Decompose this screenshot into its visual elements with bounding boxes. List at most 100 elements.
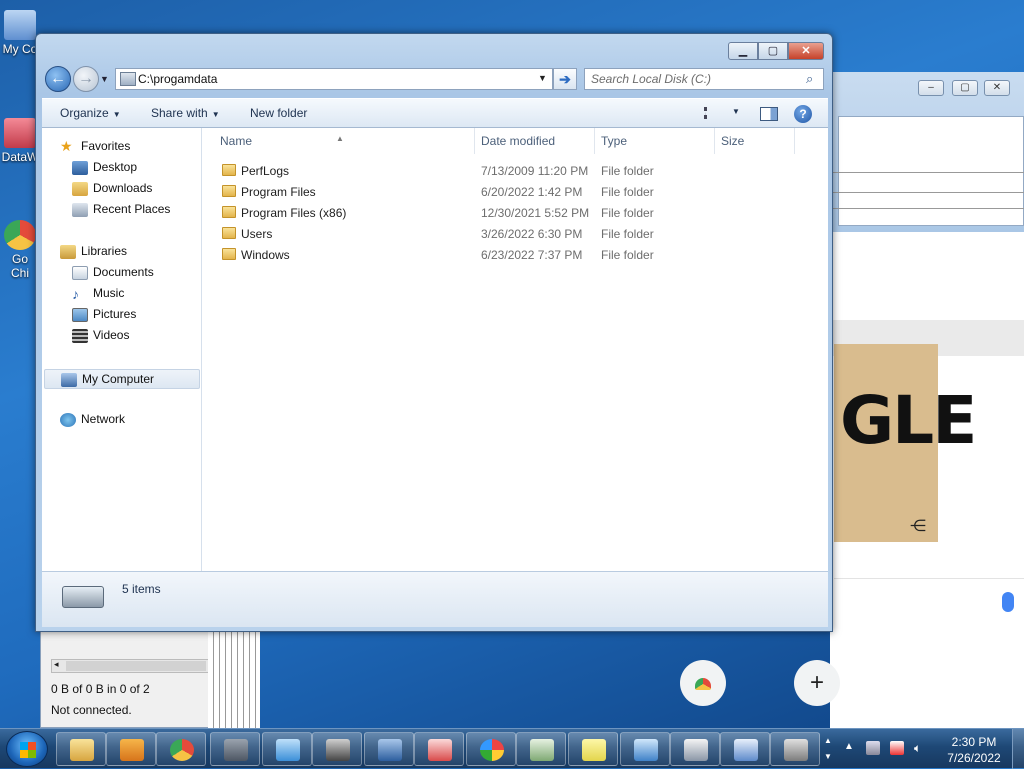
recent-pages-dropdown[interactable]: ▼ <box>100 74 109 84</box>
show-desktop-button[interactable] <box>1012 729 1024 769</box>
nav-downloads[interactable]: Downloads <box>72 181 152 201</box>
desktop-icon-google-chrome[interactable]: Go Chi <box>0 220 40 280</box>
file-row[interactable]: Program Files (x86) 12/30/2021 5:52 PM Fil… <box>202 202 822 223</box>
column-header-name[interactable]: Name ▲ <box>202 128 475 154</box>
nav-favorites[interactable]: ★ Favorites <box>60 139 130 159</box>
sticky-note-icon <box>582 739 606 761</box>
nav-label: Documents <box>93 265 154 279</box>
shortcut-chrome-web-store[interactable] <box>680 660 726 706</box>
address-bar[interactable]: ▼ <box>115 68 553 90</box>
music-icon: ♪ <box>72 285 79 302</box>
organize-button[interactable]: Organize ▼ <box>60 106 121 120</box>
google-doodle[interactable]: GLE ⋲ <box>834 344 977 542</box>
volume-icon[interactable]: 🔈︎ <box>914 741 928 755</box>
nav-label: Libraries <box>81 244 128 258</box>
libraries-icon <box>60 244 76 259</box>
taskbar-vpn[interactable] <box>210 732 260 766</box>
file-row[interactable]: Program Files 6/20/2022 1:42 PM File folde… <box>202 181 822 202</box>
desktop-icon-label: Chi <box>10 266 29 280</box>
nav-music[interactable]: ♪ Music <box>72 286 124 306</box>
divider <box>830 172 1024 173</box>
file-date: 12/30/2021 5:52 PM <box>481 206 590 220</box>
share-icon[interactable]: ⋲ <box>910 516 928 535</box>
taskbar-control-panel[interactable] <box>620 732 670 766</box>
change-view-icon[interactable] <box>704 107 720 119</box>
show-hidden-icons-icon[interactable]: ▲ <box>844 741 854 752</box>
taskbar-chrome[interactable] <box>156 732 206 766</box>
close-icon[interactable]: ✕ <box>984 80 1010 96</box>
taskbar-media-player[interactable] <box>106 732 156 766</box>
nav-recent-places[interactable]: Recent Places <box>72 202 170 222</box>
arrow-right-icon: ➔ <box>559 71 571 87</box>
nav-pictures[interactable]: Pictures <box>72 307 136 327</box>
nav-videos[interactable]: Videos <box>72 328 129 348</box>
minimize-icon: ▁ <box>738 45 748 57</box>
file-row[interactable]: PerfLogs 7/13/2009 11:20 PM File folder <box>202 160 822 181</box>
file-row[interactable]: Windows 6/23/2022 7:37 PM File folder <box>202 244 822 265</box>
taskbar-archive[interactable] <box>770 732 820 766</box>
close-button[interactable]: ✕ <box>788 42 824 60</box>
hard-drive-icon <box>62 586 104 608</box>
minimize-icon[interactable]: – <box>918 80 944 96</box>
taskbar-explorer[interactable] <box>56 732 106 766</box>
action-center-icon[interactable] <box>890 741 904 755</box>
taskbar-remote-desktop[interactable] <box>364 732 414 766</box>
nav-label: Music <box>93 286 125 300</box>
taskbar-document[interactable] <box>516 732 566 766</box>
nav-label: Recent Places <box>93 202 171 216</box>
taskbar-wordpad[interactable] <box>720 732 770 766</box>
preview-pane-icon[interactable] <box>760 107 778 121</box>
go-button[interactable]: ➔ <box>553 68 577 90</box>
forward-button[interactable]: → <box>73 66 99 92</box>
search-input[interactable] <box>591 71 791 87</box>
divider <box>830 192 1024 193</box>
remote-desktop-icon <box>378 739 402 761</box>
doodle-text: GLE <box>840 382 977 459</box>
address-input[interactable] <box>138 71 528 87</box>
taskbar-paper-plane[interactable] <box>262 732 312 766</box>
close-icon: ✕ <box>801 45 811 57</box>
command-bar: Organize ▼ Share with ▼ New folder ▼ ? <box>42 98 828 128</box>
desktop-icon-my-computer[interactable]: My Co <box>0 10 40 56</box>
explorer-window: ▁ ▢ ✕ ← → ▼ ▼ ➔ ⌕ Organize▼ Share with▼ … <box>35 33 833 632</box>
maximize-button[interactable]: ▢ <box>758 42 788 60</box>
scroll-left-icon[interactable]: ◂ <box>54 659 59 670</box>
search-icon[interactable]: ⌕ <box>806 71 813 87</box>
search-box[interactable]: ⌕ <box>584 68 824 90</box>
taskbar-task-manager[interactable] <box>670 732 720 766</box>
google-search-box[interactable] <box>834 578 1024 624</box>
add-shortcut-button[interactable]: + <box>794 660 840 706</box>
nav-my-computer[interactable]: My Computer <box>44 369 200 389</box>
column-header-date[interactable]: Date modified <box>475 128 595 154</box>
nav-documents[interactable]: Documents <box>72 265 154 285</box>
minimize-button[interactable]: ▁ <box>728 42 758 60</box>
new-folder-button[interactable]: New folder <box>250 106 307 120</box>
taskbar-microphone[interactable] <box>312 732 362 766</box>
back-button[interactable]: ← <box>45 66 71 92</box>
file-row[interactable]: Users 3/26/2022 6:30 PM File folder <box>202 223 822 244</box>
column-header-size[interactable]: Size <box>715 128 795 154</box>
nav-libraries[interactable]: Libraries <box>60 244 127 264</box>
address-history-icon[interactable]: ▼ <box>538 73 547 83</box>
shortcut-icon <box>4 118 36 148</box>
chevron-down-icon[interactable]: ▼ <box>732 107 740 116</box>
help-icon[interactable]: ? <box>794 105 812 123</box>
nav-desktop[interactable]: Desktop <box>72 160 137 180</box>
nav-network[interactable]: Network <box>60 412 125 432</box>
column-header-type[interactable]: Type <box>595 128 715 154</box>
maximize-icon[interactable]: ▢ <box>952 80 978 96</box>
task-manager-icon <box>684 739 708 761</box>
horizontal-scrollbar[interactable]: ◂ <box>51 659 209 673</box>
taskbar-sticky-notes[interactable] <box>568 732 618 766</box>
taskbar-snipping-tool[interactable] <box>414 732 464 766</box>
clock[interactable]: 2:30 PM 7/26/2022 <box>946 734 1002 766</box>
start-button[interactable] <box>6 731 48 767</box>
desktop-icon-datawarehouse[interactable]: DataW <box>0 118 40 164</box>
taskbar-scroll[interactable]: ▲ ▼ <box>824 733 834 765</box>
scrollbar-thumb[interactable] <box>66 661 206 671</box>
documents-icon <box>72 265 88 280</box>
share-with-button[interactable]: Share with ▼ <box>151 106 220 120</box>
microphone-icon[interactable] <box>1002 592 1014 612</box>
taskbar-paint[interactable] <box>466 732 516 766</box>
network-tray-icon[interactable] <box>866 741 880 755</box>
